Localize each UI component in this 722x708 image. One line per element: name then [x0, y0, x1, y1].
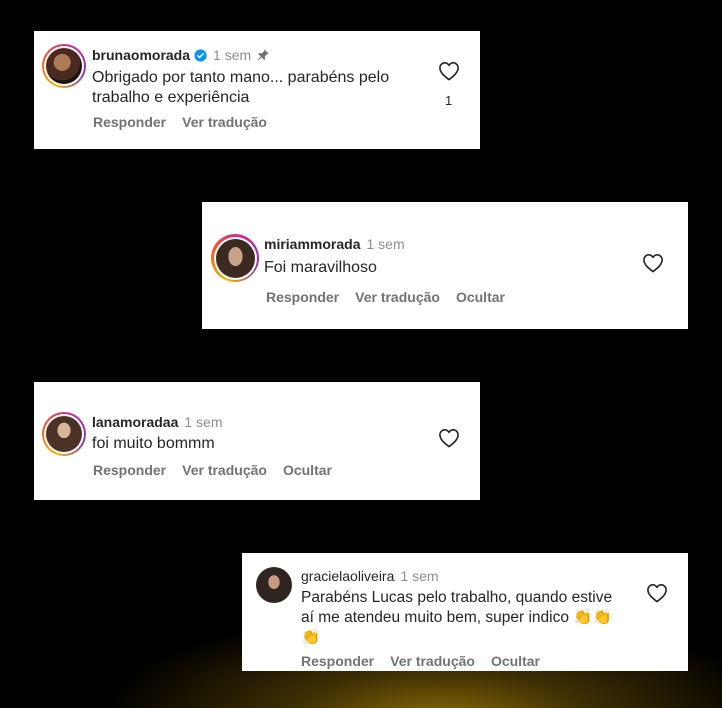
comment-card-gracielaoliveira: gracielaoliveira 1 sem Parabéns Lucas pe…	[242, 553, 688, 671]
comment-text: Obrigado por tanto mano... parabéns pelo…	[92, 69, 390, 106]
see-translation-button[interactable]: Ver tradução	[182, 114, 267, 130]
verified-badge-icon	[194, 48, 207, 62]
comment-time: 1 sem	[184, 414, 223, 430]
comment-card-miriammorada: miriammorada 1 sem Foi maravilhoso Respo…	[202, 202, 688, 329]
comment-time: 1 sem	[366, 236, 405, 252]
reply-button[interactable]: Responder	[93, 114, 166, 130]
comment-text: foi muito bommm	[92, 435, 215, 452]
reply-button[interactable]: Responder	[93, 462, 166, 478]
username[interactable]: gracielaoliveira	[301, 568, 394, 584]
avatar[interactable]	[211, 234, 259, 282]
avatar[interactable]	[42, 412, 86, 456]
heart-outline-icon[interactable]	[642, 253, 664, 273]
comment-header: miriammorada 1 sem	[264, 236, 405, 252]
comment-text: Foi maravilhoso	[264, 259, 377, 276]
comment-actions: Responder Ver tradução Ocultar	[266, 289, 521, 305]
avatar[interactable]	[256, 567, 292, 603]
comment-actions: Responder Ver tradução Ocultar	[93, 462, 348, 478]
comment-header: gracielaoliveira 1 sem	[301, 568, 439, 584]
hide-button[interactable]: Ocultar	[283, 462, 332, 478]
pin-icon	[256, 48, 270, 62]
comment-actions: Responder Ver tradução Ocultar	[301, 653, 556, 669]
heart-outline-icon[interactable]	[438, 61, 460, 81]
comment-actions: Responder Ver tradução	[93, 114, 283, 130]
comment-time: 1 sem	[400, 568, 439, 584]
avatar[interactable]	[42, 44, 86, 88]
heart-outline-icon[interactable]	[438, 428, 460, 448]
see-translation-button[interactable]: Ver tradução	[390, 653, 475, 669]
hide-button[interactable]: Ocultar	[456, 289, 505, 305]
reply-button[interactable]: Responder	[301, 653, 374, 669]
like-count: 1	[445, 93, 453, 108]
heart-outline-icon[interactable]	[646, 583, 668, 603]
comment-header: lanamoradaa 1 sem	[92, 414, 223, 430]
username[interactable]: miriammorada	[264, 236, 360, 252]
comment-card-brunaomorada: brunaomorada 1 sem Obrigado por tanto ma…	[34, 31, 480, 149]
comment-header: brunaomorada 1 sem	[92, 47, 270, 63]
comment-card-lanamoradaa: lanamoradaa 1 sem foi muito bommm Respon…	[34, 382, 480, 500]
username[interactable]: lanamoradaa	[92, 414, 178, 430]
see-translation-button[interactable]: Ver tradução	[182, 462, 267, 478]
comment-time: 1 sem	[213, 47, 252, 63]
username[interactable]: brunaomorada	[92, 47, 190, 63]
hide-button[interactable]: Ocultar	[491, 653, 540, 669]
reply-button[interactable]: Responder	[266, 289, 339, 305]
comment-text: Parabéns Lucas pelo trabalho, quando est…	[301, 589, 613, 646]
see-translation-button[interactable]: Ver tradução	[355, 289, 440, 305]
